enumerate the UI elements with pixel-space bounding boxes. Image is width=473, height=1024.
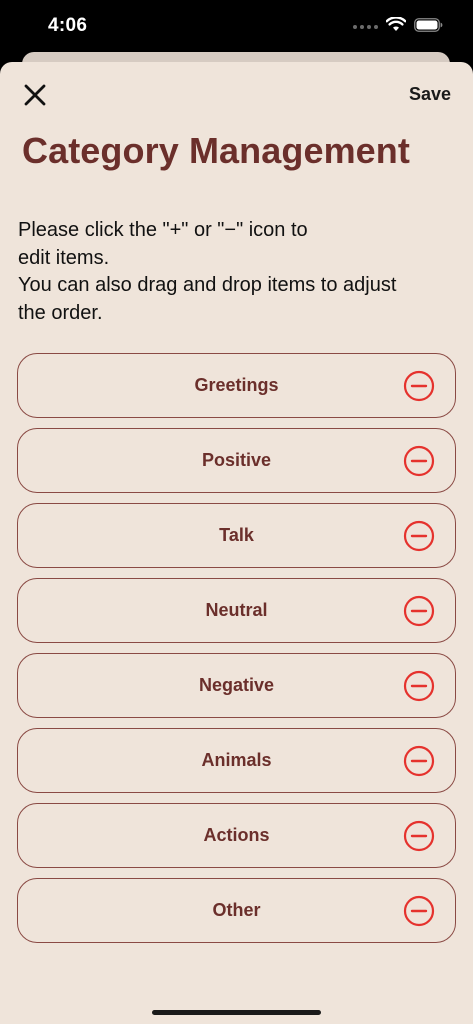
instructions-line: You can also drag and drop items to adju…	[18, 274, 397, 296]
instructions-text: Please click the "+" or "−" icon to edit…	[18, 217, 458, 327]
minus-circle-icon	[403, 670, 435, 701]
battery-icon	[414, 17, 443, 37]
category-label: Actions	[203, 825, 270, 845]
instructions-line: edit items.	[18, 246, 110, 269]
screen: 4:06 Save Category Management Please cli…	[0, 0, 473, 1024]
status-icons	[353, 16, 443, 37]
remove-button[interactable]	[403, 370, 435, 402]
minus-circle-icon	[403, 595, 435, 626]
category-item-actions[interactable]: Actions	[17, 803, 456, 868]
minus-circle-icon	[403, 520, 435, 551]
minus-circle-icon	[403, 820, 435, 851]
remove-button[interactable]	[403, 895, 435, 927]
remove-button[interactable]	[403, 745, 435, 777]
category-label: Positive	[201, 450, 272, 470]
remove-button[interactable]	[403, 595, 435, 627]
category-item-other[interactable]: Other	[17, 878, 456, 943]
minus-circle-icon	[403, 745, 435, 776]
category-management-sheet: Save Category Management Please click th…	[0, 62, 473, 1024]
category-item-positive[interactable]: Positive	[17, 428, 456, 493]
minus-circle-icon	[403, 895, 435, 926]
status-time: 4:06	[48, 15, 88, 36]
category-label: Talk	[219, 525, 254, 545]
status-bar: 4:06	[0, 0, 473, 54]
category-item-greetings[interactable]: Greetings	[17, 353, 456, 418]
remove-button[interactable]	[403, 820, 435, 852]
category-list: Greetings Positive Talk Neutral Negative…	[17, 353, 456, 953]
category-item-animals[interactable]: Animals	[17, 728, 456, 793]
cellular-signal-icon	[353, 25, 378, 29]
minus-circle-icon	[403, 370, 435, 401]
remove-button[interactable]	[403, 670, 435, 702]
remove-button[interactable]	[403, 520, 435, 552]
wifi-icon	[385, 16, 407, 37]
category-label: Other	[212, 900, 261, 920]
instructions-line: the order.	[18, 301, 103, 324]
close-button[interactable]	[20, 80, 50, 110]
remove-button[interactable]	[403, 445, 435, 477]
category-label: Neutral	[205, 600, 268, 620]
category-item-neutral[interactable]: Neutral	[17, 578, 456, 643]
instructions-line: Please click the "+" or "−" icon to	[18, 219, 308, 241]
category-item-talk[interactable]: Talk	[17, 503, 456, 568]
page-title: Category Management	[22, 130, 410, 171]
category-label: Greetings	[194, 375, 279, 395]
save-button[interactable]: Save	[409, 84, 451, 105]
home-indicator[interactable]	[152, 1010, 321, 1015]
category-label: Animals	[201, 750, 272, 770]
category-item-negative[interactable]: Negative	[17, 653, 456, 718]
category-label: Negative	[198, 675, 275, 695]
minus-circle-icon	[403, 445, 435, 476]
close-icon	[24, 84, 46, 106]
